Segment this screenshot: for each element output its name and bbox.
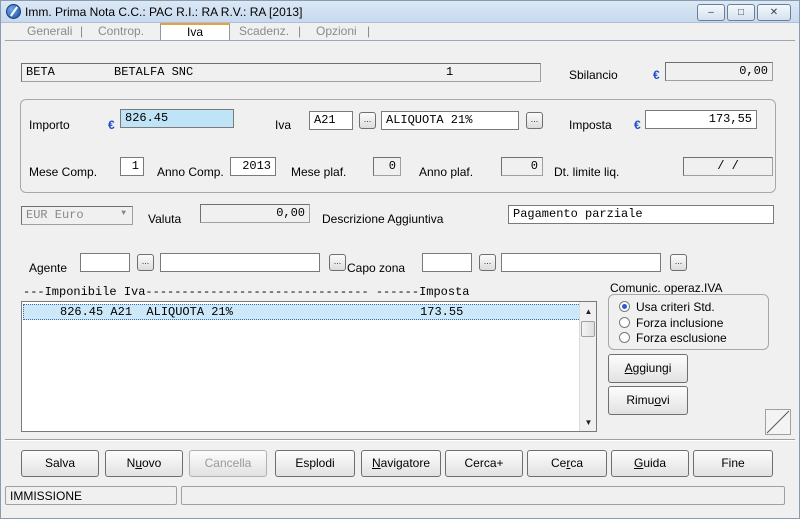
account-name: BETALFA SNC (114, 65, 194, 79)
mese-plaf-label: Mese plaf. (291, 165, 347, 179)
tab-scadenz[interactable]: Scadenz. (239, 24, 289, 38)
euro-icon: € (634, 118, 641, 132)
app-icon (6, 4, 21, 19)
iva-lookup-button[interactable]: ... (359, 112, 376, 129)
status-message (181, 486, 785, 505)
list-item[interactable]: 826.45 A21 ALIQUOTA 21% 173.55 (23, 304, 581, 320)
fine-button[interactable]: Fine (693, 450, 773, 477)
iva-desc-lookup-button[interactable]: ... (526, 112, 543, 129)
agente-name-input[interactable] (160, 253, 320, 272)
radio-forza-esclusione-label: Forza esclusione (636, 331, 727, 345)
agente-label: Agente (29, 261, 68, 275)
importo-input[interactable]: 826.45 (120, 109, 234, 128)
maximize-button[interactable]: □ (727, 4, 755, 21)
tab-iva[interactable]: Iva (160, 23, 230, 41)
scroll-down-icon[interactable]: ▼ (581, 414, 596, 431)
radio-usa-criteri[interactable] (619, 301, 630, 312)
anno-comp-input[interactable]: 2013 (230, 157, 276, 176)
account-code: BETA (26, 65, 55, 79)
iva-list[interactable]: 826.45 A21 ALIQUOTA 21% 173.55 ▲ ▼ (21, 301, 597, 432)
aggiungi-button[interactable]: Aggiungi (608, 354, 688, 383)
salva-button[interactable]: Salva (21, 450, 99, 477)
chevron-down-icon: ▼ (121, 209, 126, 218)
esplodi-button[interactable]: Esplodi (275, 450, 355, 477)
capo-zona-lookup-button[interactable]: ... (479, 254, 496, 271)
rimuovi-button[interactable]: Rimuovi (608, 386, 688, 415)
imposta-input[interactable]: 173,55 (645, 110, 757, 129)
cancella-button[interactable]: Cancella (189, 450, 267, 477)
account-number: 1 (446, 65, 454, 79)
tab-separator: | (298, 24, 302, 38)
capo-zona-name-input[interactable] (501, 253, 661, 272)
agente-name-lookup-button[interactable]: ... (329, 254, 346, 271)
iva-code-input[interactable]: A21 (309, 111, 353, 130)
title-bar: Imm. Prima Nota C.C.: PAC R.I.: RA R.V.:… (1, 1, 799, 23)
tab-generali[interactable]: Generali (27, 24, 72, 38)
tab-divider (5, 40, 795, 41)
dt-limite-field: / / (683, 157, 773, 176)
sbilancio-field: 0,00 (665, 62, 773, 81)
tab-separator: | (80, 24, 84, 38)
capo-zona-code-input[interactable] (422, 253, 472, 272)
euro-icon: € (653, 68, 660, 82)
iva-label: Iva (275, 118, 292, 132)
window-title: Imm. Prima Nota C.C.: PAC R.I.: RA R.V.:… (25, 5, 303, 19)
agente-code-input[interactable] (80, 253, 130, 272)
capo-zona-name-lookup-button[interactable]: ... (670, 254, 687, 271)
tab-controp[interactable]: Controp. (98, 24, 144, 38)
close-button[interactable]: ✕ (757, 4, 791, 21)
currency-select-value: EUR Euro (26, 208, 84, 222)
euro-icon: € (108, 118, 115, 132)
comunic-title: Comunic. operaz.IVA (610, 281, 723, 295)
toolbar-separator (5, 439, 795, 441)
scroll-up-icon[interactable]: ▲ (581, 303, 596, 320)
valuta-label: Valuta (148, 212, 182, 226)
radio-forza-inclusione[interactable] (619, 317, 630, 328)
minimize-button[interactable]: – (697, 4, 725, 21)
mese-plaf-field: 0 (373, 157, 401, 176)
currency-select[interactable]: EUR Euro ▼ (21, 206, 133, 225)
list-header: ---Imponibile Iva-----------------------… (23, 285, 470, 299)
anno-comp-label: Anno Comp. (157, 165, 224, 179)
cerca-button[interactable]: Cerca (527, 450, 607, 477)
iva-description-input[interactable]: ALIQUOTA 21% (381, 111, 519, 130)
imposta-label: Imposta (569, 118, 612, 132)
tab-opzioni[interactable]: Opzioni (316, 24, 357, 38)
scroll-thumb[interactable] (581, 321, 595, 337)
list-scrollbar[interactable]: ▲ ▼ (579, 302, 596, 431)
mese-comp-label: Mese Comp. (29, 165, 98, 179)
nuovo-button[interactable]: Nuovo (105, 450, 183, 477)
cerca-plus-button[interactable]: Cerca+ (445, 450, 523, 477)
sbilancio-label: Sbilancio (569, 68, 618, 82)
account-info-field: BETA BETALFA SNC 1 (21, 63, 541, 82)
anno-plaf-field: 0 (501, 157, 543, 176)
radio-usa-criteri-label: Usa criteri Std. (636, 300, 715, 314)
guida-button[interactable]: Guida (611, 450, 689, 477)
tab-separator: | (367, 24, 371, 38)
main-window: Imm. Prima Nota C.C.: PAC R.I.: RA R.V.:… (0, 0, 800, 519)
dt-limite-label: Dt. limite liq. (554, 165, 620, 179)
mese-comp-input[interactable]: 1 (120, 157, 144, 176)
anno-plaf-label: Anno plaf. (419, 165, 474, 179)
navigatore-button[interactable]: Navigatore (361, 450, 441, 477)
agente-lookup-button[interactable]: ... (137, 254, 154, 271)
valuta-field: 0,00 (200, 204, 310, 223)
radio-forza-inclusione-label: Forza inclusione (636, 316, 724, 330)
descrizione-label: Descrizione Aggiuntiva (322, 212, 444, 226)
descrizione-input[interactable]: Pagamento parziale (508, 205, 774, 224)
radio-forza-esclusione[interactable] (619, 332, 630, 343)
capo-zona-label: Capo zona (347, 261, 406, 275)
resize-corner-icon (765, 409, 791, 435)
importo-label: Importo (29, 118, 70, 132)
status-mode: IMMISSIONE (5, 486, 177, 505)
